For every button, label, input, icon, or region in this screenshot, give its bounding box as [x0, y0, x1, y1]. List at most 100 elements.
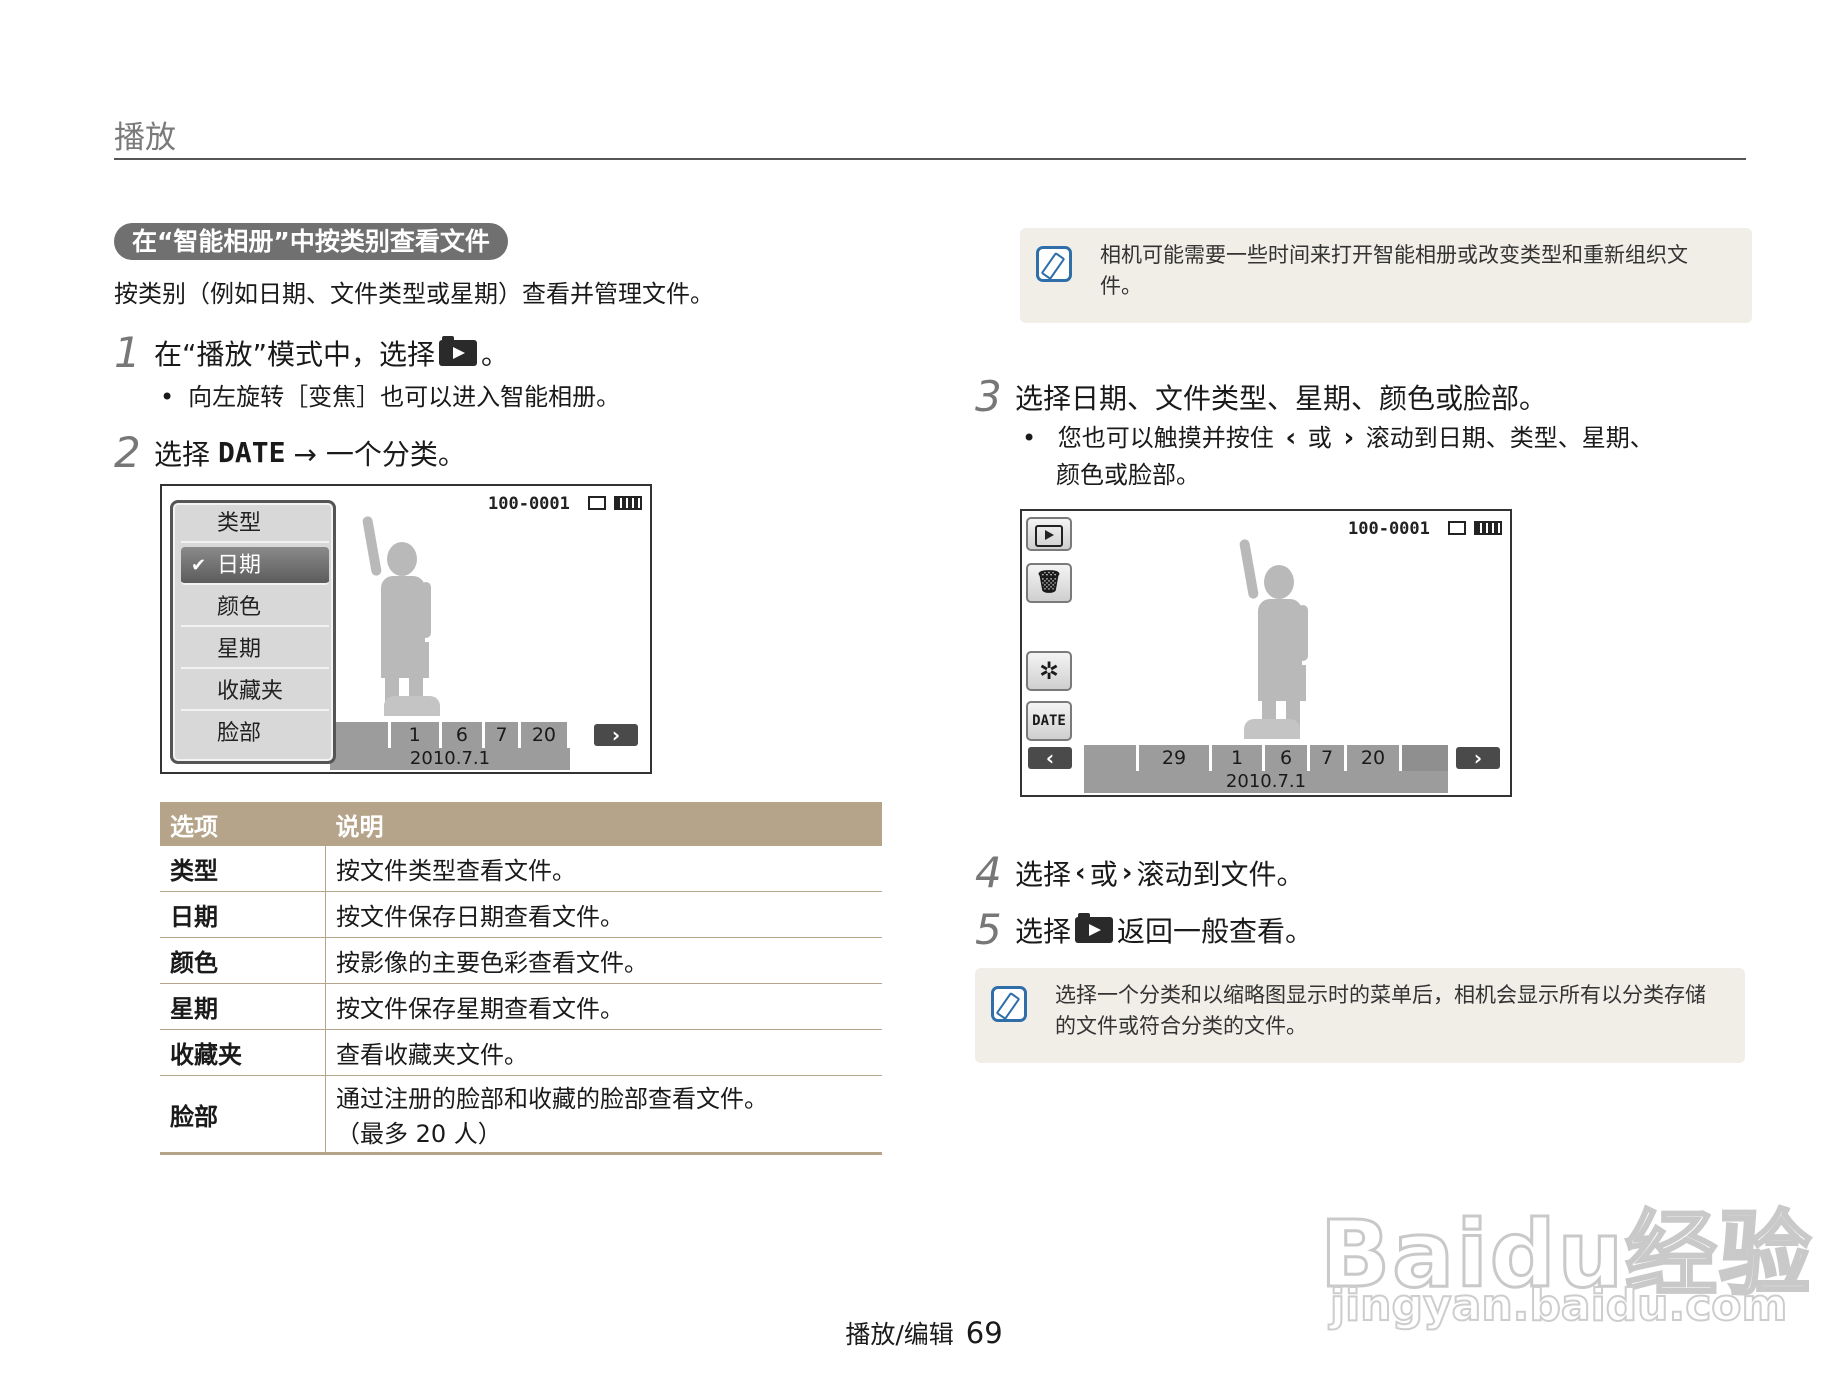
chevron-right-icon: › — [1473, 746, 1483, 770]
timeline-date: 2010.7.1 — [330, 748, 570, 770]
section-title: 播放 — [114, 120, 176, 156]
step-number: 2 — [114, 428, 141, 477]
timeline-cell[interactable]: 7 — [485, 722, 521, 748]
intro-text: 按类别（例如日期、文件类型或星期）查看并管理文件。 — [114, 280, 714, 308]
step-4-end: 滚动到文件。 — [1136, 857, 1305, 891]
category-menu: 类型 ✔ 日期 颜色 星期 收藏夹 脸部 — [170, 500, 336, 764]
timeline-cell[interactable]: 20 — [1347, 745, 1402, 771]
date-button[interactable]: DATE — [1026, 701, 1072, 741]
option-description: 按文件保存日期查看文件。 — [325, 891, 882, 938]
battery-icon — [614, 496, 642, 510]
note-text: 选择一个分类和以缩略图显示时的菜单后，相机会显示所有以分类存储 的文件或符合分类… — [1055, 980, 1706, 1042]
chevron-left-icon: ‹ — [1075, 857, 1086, 888]
battery-icon — [1474, 521, 1502, 535]
option-name: 类型 — [160, 846, 326, 892]
date-timeline[interactable]: 1 6 7 20 — [330, 722, 570, 748]
next-button[interactable]: › — [594, 724, 638, 746]
column-header-option: 选项 — [160, 802, 326, 846]
option-description: 通过注册的脸部和收藏的脸部查看文件。 （最多 20 人） — [325, 1075, 882, 1155]
step-5-end: 返回一般查看。 — [1117, 914, 1314, 948]
smart-album-icon: ✲ — [1038, 657, 1060, 685]
chevron-left-icon: ‹ — [1045, 746, 1055, 770]
option-description: 按文件类型查看文件。 — [325, 846, 882, 892]
options-table: 选项 说明 类型 按文件类型查看文件。 日期 按文件保存日期查看文件。 颜色 按… — [160, 802, 882, 1155]
step-1-end: 。 — [481, 337, 510, 371]
note-box-top: 相机可能需要一些时间来打开智能相册或改变类型和重新组织文 件。 — [1020, 228, 1752, 323]
menu-item-date[interactable]: ✔ 日期 — [181, 547, 329, 585]
play-mode-icon — [439, 335, 478, 366]
page-number: 69 — [965, 1316, 1003, 1350]
header-divider — [114, 158, 1746, 160]
next-button[interactable]: › — [1456, 747, 1500, 769]
step-4-or: 或 — [1089, 857, 1118, 891]
step-1-text: 在“播放”模式中，选择 — [154, 337, 436, 371]
subsection-title: 在“智能相册”中按类别查看文件 — [114, 223, 508, 260]
check-icon: ✔ — [191, 555, 207, 576]
step-3-note: • 您也可以触摸并按住 ‹ 或 › 滚动到日期、类型、星期、 — [1022, 423, 1654, 453]
step-3-text: 选择日期、文件类型、星期、颜色或脸部。 — [1015, 381, 1548, 415]
option-description-line2: （最多 20 人） — [336, 1120, 502, 1148]
table-row: 日期 按文件保存日期查看文件。 — [160, 891, 882, 938]
prev-button[interactable]: ‹ — [1028, 747, 1072, 769]
chevron-right-icon: › — [611, 723, 621, 747]
smart-album-button[interactable]: ✲ — [1026, 651, 1072, 691]
play-mode-icon — [1075, 912, 1114, 943]
step-3-note-line2: 颜色或脸部。 — [1056, 461, 1200, 489]
memo-note-icon — [1036, 246, 1072, 282]
play-tab[interactable] — [384, 696, 440, 716]
timeline-date: 2010.7.1 — [1084, 771, 1448, 793]
note-line: 相机可能需要一些时间来打开智能相册或改变类型和重新组织文 — [1100, 243, 1688, 267]
watermark-url: jingyan.baidu.com — [1329, 1279, 1788, 1332]
timeline-cell[interactable]: 1 — [390, 722, 442, 748]
step-5: 5 选择 返回一般查看。 — [975, 905, 1313, 954]
menu-item-type[interactable]: 类型 — [181, 505, 329, 543]
note-text: 相机可能需要一些时间来打开智能相册或改变类型和重新组织文 件。 — [1100, 240, 1688, 302]
note-box-bottom: 选择一个分类和以缩略图显示时的菜单后，相机会显示所有以分类存储 的文件或符合分类… — [975, 968, 1745, 1063]
step-3: 3 选择日期、文件类型、星期、颜色或脸部。 — [975, 372, 1547, 421]
step-number: 1 — [114, 328, 141, 377]
camera-screen-menu: 100-0001 1 6 7 20 2010.7.1 › 类型 ✔ 日期 颜色 星… — [160, 484, 652, 774]
timeline-cell[interactable]: 6 — [1265, 745, 1310, 771]
option-description: 按影像的主要色彩查看文件。 — [325, 937, 882, 984]
menu-item-color[interactable]: 颜色 — [181, 589, 329, 627]
menu-item-favorites[interactable]: 收藏夹 — [181, 673, 329, 711]
option-name: 收藏夹 — [160, 1029, 326, 1076]
memory-icon — [588, 496, 606, 510]
option-name: 星期 — [160, 983, 326, 1030]
step-4: 4 选择 ‹ 或 › 滚动到文件。 — [975, 848, 1304, 897]
step-number: 3 — [975, 372, 1002, 421]
step-3-note-text: 您也可以触摸并按住 — [1057, 424, 1274, 452]
camera-screen-smart-album: 🗑 ✲ DATE 100-0001 ‹ 29 1 6 7 20 2010.7.1… — [1020, 509, 1512, 797]
date-label: DATE — [218, 436, 286, 469]
play-tab[interactable] — [1244, 719, 1300, 739]
timeline-cell[interactable]: 6 — [441, 722, 486, 748]
timeline-cell[interactable]: 7 — [1310, 745, 1347, 771]
play-mode-button[interactable] — [1026, 517, 1072, 551]
step-3-note-rest: 滚动到日期、类型、星期、 — [1365, 424, 1654, 452]
step-5-text: 选择 — [1015, 914, 1072, 948]
option-name: 日期 — [160, 891, 326, 938]
step-2-end: → 一个分类。 — [293, 437, 466, 471]
option-name: 脸部 — [160, 1075, 326, 1155]
step-number: 5 — [975, 905, 1002, 954]
play-mode-icon — [1035, 525, 1063, 547]
delete-button[interactable]: 🗑 — [1026, 563, 1072, 603]
chevron-right-icon: › — [1343, 423, 1355, 453]
table-row: 收藏夹 查看收藏夹文件。 — [160, 1029, 882, 1076]
menu-item-face[interactable]: 脸部 — [181, 715, 329, 753]
date-timeline[interactable]: 29 1 6 7 20 — [1084, 745, 1448, 771]
timeline-cell[interactable]: 29 — [1139, 745, 1212, 771]
footer-label: 播放/编辑 — [845, 1320, 954, 1349]
timeline-cell[interactable]: 20 — [520, 722, 570, 748]
table-row: 星期 按文件保存星期查看文件。 — [160, 983, 882, 1030]
note-line: 的文件或符合分类的文件。 — [1055, 1014, 1307, 1038]
memo-note-icon — [991, 986, 1027, 1022]
step-4-text: 选择 — [1015, 857, 1072, 891]
step-3-note-or: 或 — [1307, 424, 1332, 452]
menu-item-week[interactable]: 星期 — [181, 631, 329, 669]
step-1-note: • 向左旋转［变焦］也可以进入智能相册。 — [160, 383, 621, 411]
timeline-cell[interactable]: 1 — [1212, 745, 1265, 771]
note-line: 件。 — [1100, 274, 1142, 298]
option-description: 按文件保存星期查看文件。 — [325, 983, 882, 1030]
table-row: 类型 按文件类型查看文件。 — [160, 846, 882, 892]
